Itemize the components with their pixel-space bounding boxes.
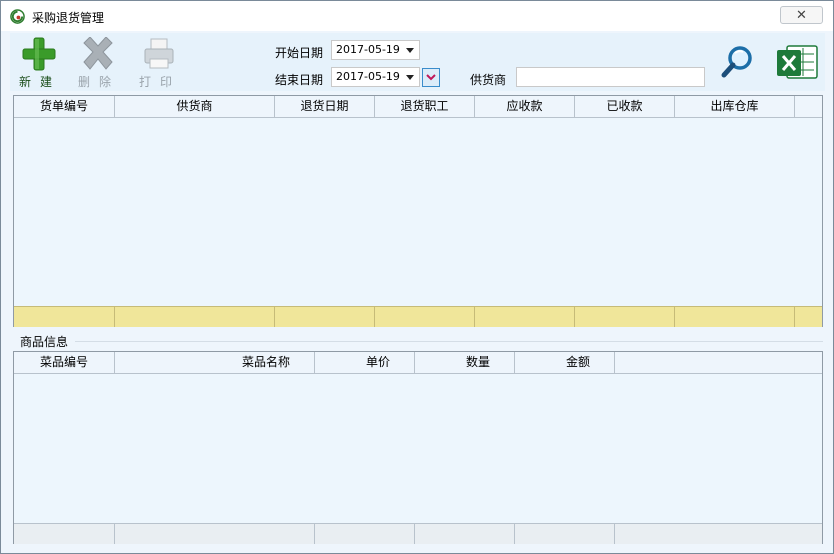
purchase-return-window: 采购退货管理 ✕ 新建 删除 打印 开始日期 2017-05-19 结束日期 2… [0,0,834,554]
app-logo-icon [10,9,25,24]
totals-cell [115,307,275,327]
column-header[interactable]: 已收款 [575,96,675,117]
supplier-label: 供货商 [470,73,507,87]
close-icon: ✕ [796,8,807,23]
items-table: 菜品编号 菜品名称 单价 数量 金额 [13,351,823,544]
totals-cell [14,307,115,327]
printer-icon [144,38,174,69]
start-date-picker[interactable]: 2017-05-19 [331,40,420,60]
magnifier-icon [721,46,752,78]
print-button[interactable]: 打印 [138,37,182,89]
items-table-header: 菜品编号 菜品名称 单价 数量 金额 [14,352,822,374]
column-header[interactable]: 金额 [515,352,615,373]
footer-cell [14,524,115,544]
new-button[interactable]: 新建 [18,37,62,89]
chevron-down-icon [406,48,414,53]
dropdown-button[interactable] [422,68,440,87]
window-title: 采购退货管理 [32,11,105,25]
section-divider [75,341,823,342]
column-header[interactable]: 供货商 [115,96,275,117]
totals-cell [475,307,575,327]
delete-label: 删除 [77,75,120,89]
footer-cell [515,524,615,544]
title-bar: 采购退货管理 ✕ [1,1,833,31]
new-label: 新建 [18,75,61,89]
column-header[interactable]: 退货职工 [375,96,475,117]
returns-table-header: 货单编号 供货商 退货日期 退货职工 应收款 已收款 出库仓库 [14,96,822,118]
plus-icon [22,37,56,71]
totals-cell [575,307,675,327]
search-button[interactable] [719,44,757,80]
chevron-down-icon [426,74,436,81]
footer-cell [315,524,415,544]
chevron-down-icon [406,75,414,80]
close-button[interactable]: ✕ [780,6,823,24]
end-date-picker[interactable]: 2017-05-19 [331,67,420,87]
items-section-label: 商品信息 [20,335,69,349]
column-header[interactable]: 菜品编号 [14,352,115,373]
totals-cell [675,307,795,327]
start-date-value: 2017-05-19 [336,43,400,56]
totals-row [14,306,822,327]
items-footer-row [14,523,822,544]
end-date-label: 结束日期 [274,73,323,87]
start-date-label: 开始日期 [274,46,323,60]
returns-table: 货单编号 供货商 退货日期 退货职工 应收款 已收款 出库仓库 [13,95,823,327]
column-header[interactable]: 应收款 [475,96,575,117]
delete-button[interactable]: 删除 [77,37,121,89]
column-header[interactable]: 单价 [315,352,415,373]
footer-cell [415,524,515,544]
totals-cell [375,307,475,327]
column-header[interactable]: 出库仓库 [675,96,795,117]
column-header[interactable]: 菜品名称 [115,352,315,373]
column-header[interactable]: 退货日期 [275,96,375,117]
print-label: 打印 [138,75,181,89]
excel-icon [777,45,818,79]
supplier-input[interactable] [516,67,705,87]
totals-cell [275,307,375,327]
export-excel-button[interactable] [775,42,819,82]
footer-cell [115,524,315,544]
column-header[interactable]: 货单编号 [14,96,115,117]
column-header[interactable]: 数量 [415,352,515,373]
x-icon [83,37,113,70]
end-date-value: 2017-05-19 [336,70,400,83]
